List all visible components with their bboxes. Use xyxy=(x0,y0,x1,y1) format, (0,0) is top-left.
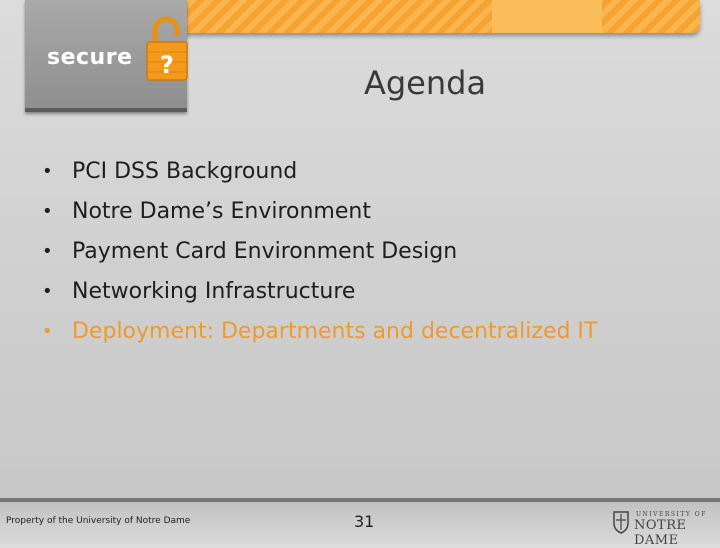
logo-name-text: NOTRE DAME xyxy=(634,518,687,548)
slide-title: Agenda xyxy=(363,64,487,102)
secure-logo: secure ? xyxy=(25,0,188,112)
logo-text: secure xyxy=(47,45,133,70)
padlock-question-icon: ? xyxy=(146,16,188,81)
list-item: • Payment Card Environment Design xyxy=(42,232,597,272)
list-item: • Deployment: Departments and decentrali… xyxy=(42,312,597,352)
list-item-text: Payment Card Environment Design xyxy=(72,239,458,264)
top-banner xyxy=(180,0,700,33)
list-item-text: Notre Dame’s Environment xyxy=(72,199,371,224)
list-item-text: Deployment: Departments and decentralize… xyxy=(72,319,598,344)
bullet-glyph: • xyxy=(42,281,53,302)
notre-dame-shield-icon xyxy=(613,511,629,534)
bullet-glyph: • xyxy=(42,321,53,342)
logo-university-text: UNIVERSITY OF xyxy=(636,511,707,518)
list-item-text: Networking Infrastructure xyxy=(72,279,356,304)
slide-footer: Property of the University of Notre Dame… xyxy=(0,498,720,548)
bullet-glyph: • xyxy=(42,201,53,222)
logo-symbol: ? xyxy=(160,51,174,79)
footer-property-text: Property of the University of Notre Dame xyxy=(6,516,191,526)
list-item-text: PCI DSS Background xyxy=(72,159,298,184)
bullet-glyph: • xyxy=(42,241,53,262)
list-item: • Notre Dame’s Environment xyxy=(42,192,597,232)
bullet-glyph: • xyxy=(42,161,53,182)
banner-highlight xyxy=(492,0,602,33)
list-item: • PCI DSS Background xyxy=(42,152,597,192)
agenda-list: • PCI DSS Background • Notre Dame’s Envi… xyxy=(42,152,597,352)
list-item: • Networking Infrastructure xyxy=(42,272,597,312)
notre-dame-logo: UNIVERSITY OF NOTRE DAME xyxy=(612,510,712,548)
page-number: 31 xyxy=(354,512,375,531)
